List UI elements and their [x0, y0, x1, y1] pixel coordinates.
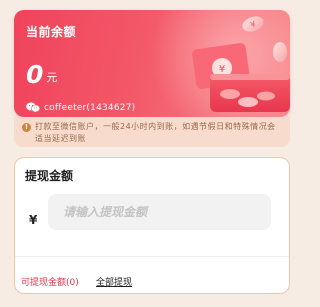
balance-card: 当前余额 0 元 coffeeter(1434627) ¥ ¥	[14, 10, 290, 117]
currency-symbol: ¥	[29, 213, 38, 227]
balance-amount-row: 0 元	[26, 62, 57, 87]
divider	[15, 256, 289, 257]
withdraw-all-link[interactable]: 全部提现	[96, 275, 132, 288]
balance-unit: 元	[46, 71, 58, 84]
withdraw-card: 提现金额 ¥ 可提现金额(0) 全部提现	[14, 157, 290, 294]
account-name: coffeeter(1434627)	[44, 102, 136, 113]
svg-text:¥: ¥	[219, 64, 225, 75]
wallet-illustration: ¥ ¥	[192, 16, 290, 112]
info-icon: !	[22, 123, 31, 132]
withdraw-title: 提现金额	[25, 169, 74, 183]
balance-label: 当前余额	[26, 25, 77, 39]
available-amount: 可提现金额(0)	[21, 278, 79, 288]
notice-text: 打款至微信账户，一般24小时内到账，如遇节假日和特殊情况会适当延迟到账	[35, 122, 276, 143]
balance-amount: 0	[26, 60, 44, 89]
notice-bar: ! 打款至微信账户，一般24小时内到账，如遇节假日和特殊情况会适当延迟到账	[14, 117, 290, 147]
account-row: coffeeter(1434627)	[26, 102, 135, 113]
wechat-icon	[26, 102, 40, 113]
withdraw-amount-input[interactable]	[48, 194, 271, 230]
